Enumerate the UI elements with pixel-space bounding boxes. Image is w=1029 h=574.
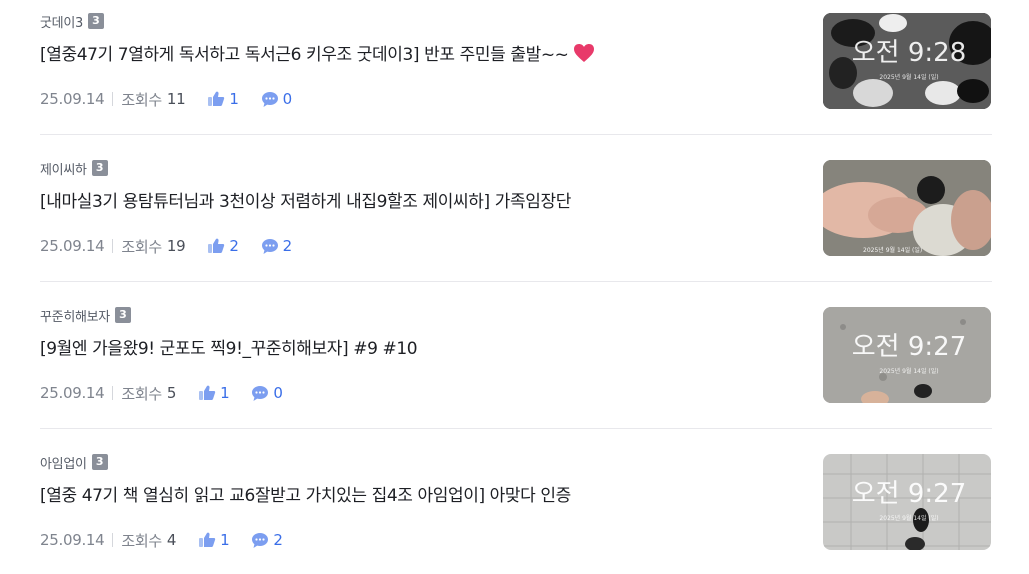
comment-count: 0	[273, 384, 283, 402]
level-badge: 3	[91, 160, 108, 176]
post-meta: 25.09.14 조회수 19 2 2	[40, 235, 292, 257]
post-divider	[40, 428, 992, 429]
like-stat[interactable]: 1	[198, 531, 230, 549]
comment-icon	[252, 385, 269, 401]
meta-divider	[112, 239, 114, 253]
level-badge: 3	[114, 307, 131, 323]
thumbs-up-icon	[208, 238, 225, 253]
post-title-text[interactable]: [9월엔 가을왔9! 군포도 찍9!_꾸준히해보자] #9 #10	[40, 334, 418, 359]
post-title-text[interactable]: [열중47기 7열하게 독서하고 독서근6 키우조 굿데이3] 반포 주민들 출…	[40, 40, 569, 65]
thumbnail-date: 2025년 9월 14일 (일)	[879, 367, 938, 375]
author-name[interactable]: 꾸준히해보자	[40, 306, 110, 325]
thumbs-up-icon	[199, 532, 216, 547]
post-feed: 굿데이3 3 [열중47기 7열하게 독서하고 독서근6 키우조 굿데이3] 반…	[0, 0, 1029, 574]
views-count: 11	[166, 90, 186, 108]
heart-icon	[573, 43, 595, 63]
post-date: 25.09.14	[40, 237, 105, 255]
thumbnail-time: 오전 9:28	[852, 38, 967, 68]
post-item[interactable]: 꾸준히해보자 3 [9월엔 가을왔9! 군포도 찍9!_꾸준히해보자] #9 #…	[40, 294, 992, 428]
author-name[interactable]: 제이씨하	[40, 159, 87, 178]
comment-stat[interactable]: 0	[261, 90, 292, 108]
author-name[interactable]: 굿데이3	[40, 12, 83, 31]
comment-icon	[252, 532, 269, 548]
comment-count: 2	[282, 237, 293, 255]
views-label: 조회수	[121, 384, 162, 403]
comment-stat[interactable]: 0	[251, 384, 283, 402]
level-badge: 3	[91, 454, 108, 470]
level-badge: 3	[87, 13, 104, 29]
views-label: 조회수	[121, 531, 162, 550]
thumbnail-time: 오전 9:27	[852, 479, 967, 509]
like-count: 2	[229, 237, 239, 255]
post-divider	[40, 281, 992, 282]
thumbs-up-icon	[199, 385, 216, 400]
post-title-text[interactable]: [내마실3기 용탐튜터님과 3천이상 저렴하게 내집9할조 제이씨하] 가족임장…	[40, 187, 571, 212]
thumbs-up-icon	[208, 91, 225, 106]
comment-icon	[261, 238, 278, 254]
post-meta: 25.09.14 조회수 4 1 2	[40, 529, 283, 551]
thumbnail-date: 2025년 9월 14일 (일)	[879, 514, 938, 522]
post-item[interactable]: 굿데이3 3 [열중47기 7열하게 독서하고 독서근6 키우조 굿데이3] 반…	[40, 0, 992, 134]
post-thumbnail[interactable]: 오전 9:27 2025년 9월 14일 (일)	[823, 454, 991, 550]
meta-divider	[112, 386, 114, 400]
like-count: 1	[229, 90, 239, 108]
views-label: 조회수	[121, 237, 162, 256]
like-stat[interactable]: 1	[207, 90, 239, 108]
views-count: 19	[166, 237, 186, 255]
post-title[interactable]: [9월엔 가을왔9! 군포도 찍9!_꾸준히해보자] #9 #10	[40, 334, 800, 359]
post-title-text[interactable]: [열중 47기 책 열심히 읽고 교6잘받고 가치있는 집4조 아임업이] 아맞…	[40, 481, 571, 506]
post-date: 25.09.14	[40, 384, 105, 402]
post-date: 25.09.14	[40, 531, 105, 549]
thumbnail-date: 2025년 9월 14일 (일)	[879, 73, 938, 81]
post-title[interactable]: [내마실3기 용탐튜터님과 3천이상 저렴하게 내집9할조 제이씨하] 가족임장…	[40, 187, 800, 212]
post-title[interactable]: [열중47기 7열하게 독서하고 독서근6 키우조 굿데이3] 반포 주민들 출…	[40, 40, 800, 65]
comment-stat[interactable]: 2	[261, 237, 292, 255]
like-stat[interactable]: 2	[207, 237, 239, 255]
like-count: 1	[220, 531, 230, 549]
thumbnail-date: 2025년 9월 14일 (일)	[863, 246, 922, 254]
comment-count: 0	[282, 90, 293, 108]
post-item[interactable]: 제이씨하 3 [내마실3기 용탐튜터님과 3천이상 저렴하게 내집9할조 제이씨…	[40, 147, 992, 281]
author-row: 아임업이 3	[40, 453, 108, 472]
meta-divider	[112, 533, 114, 547]
author-name[interactable]: 아임업이	[40, 453, 87, 472]
post-title[interactable]: [열중 47기 책 열심히 읽고 교6잘받고 가치있는 집4조 아임업이] 아맞…	[40, 481, 800, 506]
post-item[interactable]: 아임업이 3 [열중 47기 책 열심히 읽고 교6잘받고 가치있는 집4조 아…	[40, 441, 992, 574]
author-row: 굿데이3 3	[40, 12, 104, 31]
views-count: 4	[166, 531, 177, 549]
like-count: 1	[220, 384, 230, 402]
views-label: 조회수	[121, 90, 162, 109]
post-date: 25.09.14	[40, 90, 105, 108]
post-thumbnail[interactable]: 2025년 9월 14일 (일)	[823, 160, 991, 256]
comment-stat[interactable]: 2	[251, 531, 283, 549]
post-thumbnail[interactable]: 오전 9:28 2025년 9월 14일 (일)	[823, 13, 991, 109]
author-row: 제이씨하 3	[40, 159, 108, 178]
post-thumbnail[interactable]: 오전 9:27 2025년 9월 14일 (일)	[823, 307, 991, 403]
meta-divider	[112, 92, 114, 106]
author-row: 꾸준히해보자 3	[40, 306, 131, 325]
post-meta: 25.09.14 조회수 11 1 0	[40, 88, 292, 110]
post-divider	[40, 134, 992, 135]
comment-count: 2	[273, 531, 283, 549]
post-meta: 25.09.14 조회수 5 1 0	[40, 382, 283, 404]
like-stat[interactable]: 1	[198, 384, 230, 402]
thumbnail-time: 오전 9:27	[852, 332, 967, 362]
views-count: 5	[166, 384, 177, 402]
comment-icon	[261, 91, 278, 107]
